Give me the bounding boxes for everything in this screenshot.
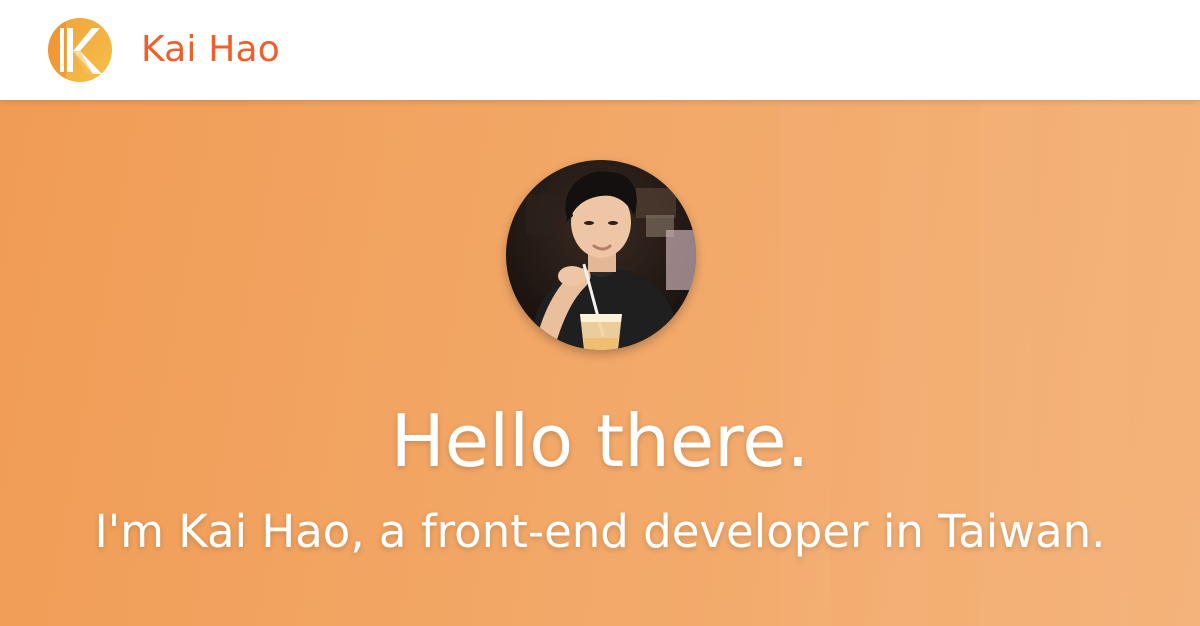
- page: Kai Hao Hello there. I'm Kai Hao, a fron…: [0, 0, 1200, 626]
- brand-name-link[interactable]: Kai Hao: [141, 28, 280, 72]
- profile-photo: [506, 160, 696, 350]
- profile-avatar: [506, 160, 696, 350]
- k-logo-icon[interactable]: [47, 18, 112, 82]
- hero-subheadline: I'm Kai Hao, a front-end developer in Ta…: [94, 505, 1106, 558]
- hero-headline: Hello there.: [390, 399, 810, 483]
- hero-section: Hello there. I'm Kai Hao, a front-end de…: [0, 100, 1200, 626]
- navbar: Kai Hao: [0, 0, 1200, 100]
